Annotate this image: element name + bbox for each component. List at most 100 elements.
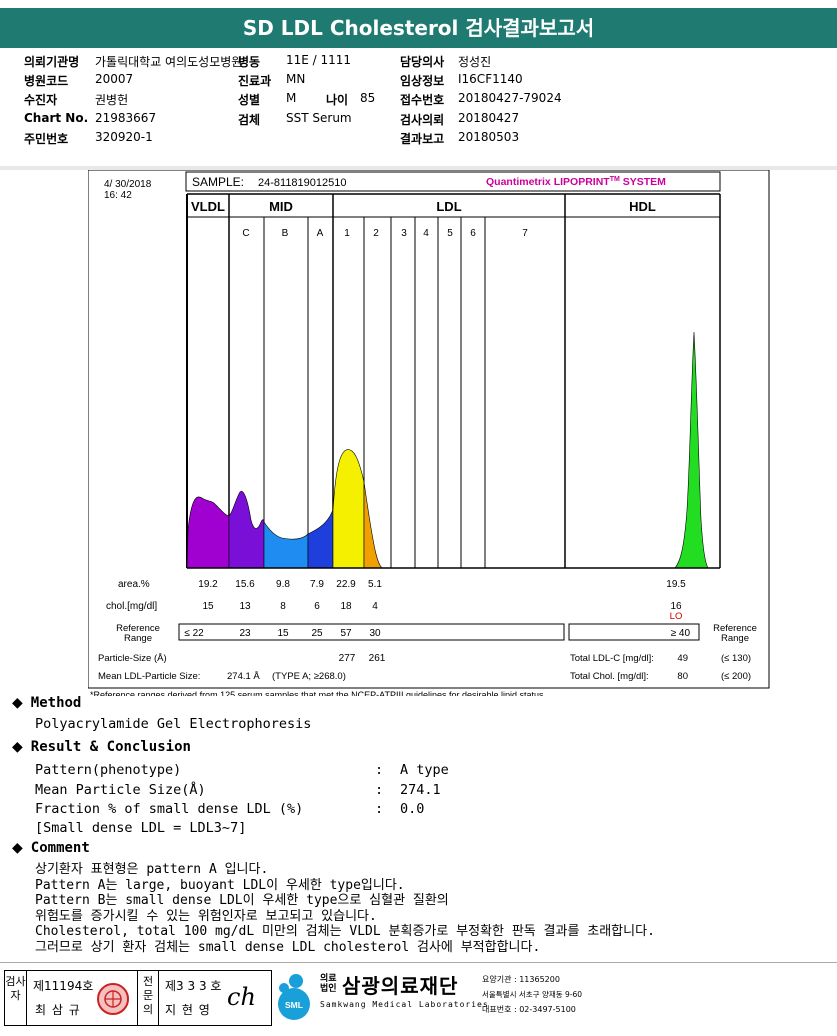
age-value: 85 <box>360 91 376 105</box>
hdl-area-value: 19.5 <box>666 579 686 590</box>
print-date: 4/ 30/2018 <box>104 179 152 190</box>
signature-box: 검사자 제11194호 최 삼 규 전문의 제3 3 3 호 지 현 영 ch <box>4 970 272 1026</box>
ref-value: 30 <box>369 628 381 639</box>
info-label: 접수번호 <box>400 93 445 107</box>
info-value: 20180427 <box>458 111 520 125</box>
info-value: 21983667 <box>95 111 157 125</box>
info-value: 20180427-79024 <box>458 91 562 105</box>
info-label: 임상정보 <box>400 74 445 88</box>
chol-value: 6 <box>314 601 320 612</box>
ref-value: 57 <box>340 628 352 639</box>
row-label-chol: chol.[mg/dl] <box>106 601 157 612</box>
info-value: 가톨릭대학교 여의도성모병원 <box>95 55 243 69</box>
band-label: 5 <box>447 228 453 239</box>
diamond-icon: ◆ <box>12 695 23 711</box>
diamond-icon: ◆ <box>12 840 23 856</box>
result-sep: : <box>375 762 384 778</box>
result-sep: : <box>375 801 384 817</box>
info-value: MN <box>286 72 306 86</box>
band-label: A <box>317 228 324 239</box>
age-label: 나이 <box>326 93 349 107</box>
result-note: [Small dense LDL = LDL3~7] <box>35 820 247 836</box>
mean-size-value: 274.1 Å <box>227 671 260 682</box>
footnote: *Reference ranges derived from 125 serum… <box>90 690 546 696</box>
mean-size-label: Mean LDL-Particle Size: <box>98 671 200 682</box>
band-label: 6 <box>470 228 476 239</box>
print-time: 16: 42 <box>104 190 132 201</box>
area-value: 9.8 <box>276 579 290 590</box>
svg-text:SML: SML <box>285 1000 303 1010</box>
specialist-name: 지 현 영 <box>165 1003 211 1017</box>
info-value: 정성진 <box>458 55 492 69</box>
ref-label: Range <box>721 633 749 644</box>
group-label: VLDL <box>191 199 225 214</box>
hdl-ref-value: ≥ 40 <box>671 628 691 639</box>
info-label: 병동 <box>238 55 261 69</box>
result-label: Pattern(phenotype) <box>35 762 182 778</box>
group-label: HDL <box>629 199 656 214</box>
info-value: 20180503 <box>458 130 520 144</box>
method-heading: ◆ Method <box>12 695 82 711</box>
total-chol-ref: (≤ 200) <box>721 671 751 682</box>
hdl-low-flag: LO <box>670 611 683 622</box>
band-label: 3 <box>401 228 407 239</box>
particle-size-value: 261 <box>369 653 386 664</box>
info-label: 담당의사 <box>400 55 445 69</box>
result-sep: : <box>375 781 384 798</box>
info-label: Chart No. <box>24 111 89 125</box>
band-label: 1 <box>344 228 350 239</box>
info-label: 검사의뢰 <box>400 113 445 127</box>
result-label: Fraction % of small dense LDL (%) <box>35 801 304 817</box>
ref-label: Range <box>124 633 152 644</box>
ref-value: ≤ 22 <box>184 628 204 639</box>
lipoprint-chart-panel: 4/ 30/2018 16: 42 SAMPLE: 24-81181901251… <box>88 170 770 696</box>
total-chol-label: Total Chol. [mg/dl]: <box>570 671 649 682</box>
ref-value: 25 <box>311 628 323 639</box>
info-value: 11E / 1111 <box>286 53 352 67</box>
comment-heading: ◆ Comment <box>12 840 90 856</box>
area-value: 5.1 <box>368 579 382 590</box>
info-label: 주민번호 <box>24 132 69 146</box>
org-phone: 대표번호 : 02-3497-5100 <box>482 1005 576 1014</box>
info-value: SST Serum <box>286 111 352 125</box>
density-peak <box>332 449 365 569</box>
info-label: 성별 <box>238 93 261 107</box>
result-value: 0.0 <box>400 801 425 817</box>
result-value: 274.1 <box>400 781 441 798</box>
particle-size-value: 277 <box>339 653 356 664</box>
report-title: SD LDL Cholesterol 검사결과보고서 <box>0 8 837 48</box>
info-value: 권병헌 <box>95 93 129 107</box>
system-brand: Quantimetrix LIPOPRINTTM SYSTEM <box>486 176 666 188</box>
specialist-license: 제3 3 3 호 <box>165 979 222 993</box>
tester-label: 검사자 <box>5 971 27 1025</box>
band-label: C <box>242 228 249 239</box>
lipoprint-chart: 4/ 30/2018 16: 42 SAMPLE: 24-81181901251… <box>88 170 770 696</box>
area-value: 19.2 <box>198 579 218 590</box>
seal-stamp <box>97 983 129 1015</box>
row-label-area: area.% <box>118 579 150 590</box>
sample-label: SAMPLE: <box>192 175 244 189</box>
info-value: M <box>286 91 297 105</box>
band-label: 7 <box>522 228 528 239</box>
info-value: 20007 <box>95 72 134 86</box>
comment-line: 그러므로 상기 환자 검체는 small dense LDL cholester… <box>35 939 541 955</box>
total-ldl-value: 49 <box>677 653 688 664</box>
org-name: 삼광의료재단 <box>342 974 459 998</box>
info-value: 320920-1 <box>95 130 153 144</box>
chol-value: 8 <box>280 601 286 612</box>
info-label: 병원코드 <box>24 74 69 88</box>
total-chol-value: 80 <box>677 671 688 682</box>
ref-value: 23 <box>239 628 251 639</box>
specialist-label: 전문의 <box>137 971 159 1025</box>
info-label: 수진자 <box>24 93 58 107</box>
total-ldl-ref: (≤ 130) <box>721 653 751 664</box>
result-heading: ◆ Result & Conclusion <box>12 739 191 755</box>
signature-mark: ch <box>227 983 256 1011</box>
info-label: 진료과 <box>238 74 272 88</box>
sample-id: 24-811819012510 <box>258 177 347 189</box>
chol-value: 4 <box>372 601 378 612</box>
organization-block: SML 의료 법인 삼광의료재단 Samkwang Medical Laborat… <box>272 968 832 1026</box>
area-value: 7.9 <box>310 579 324 590</box>
info-label: 검체 <box>238 113 261 127</box>
tester-license: 제11194호 <box>33 979 94 993</box>
